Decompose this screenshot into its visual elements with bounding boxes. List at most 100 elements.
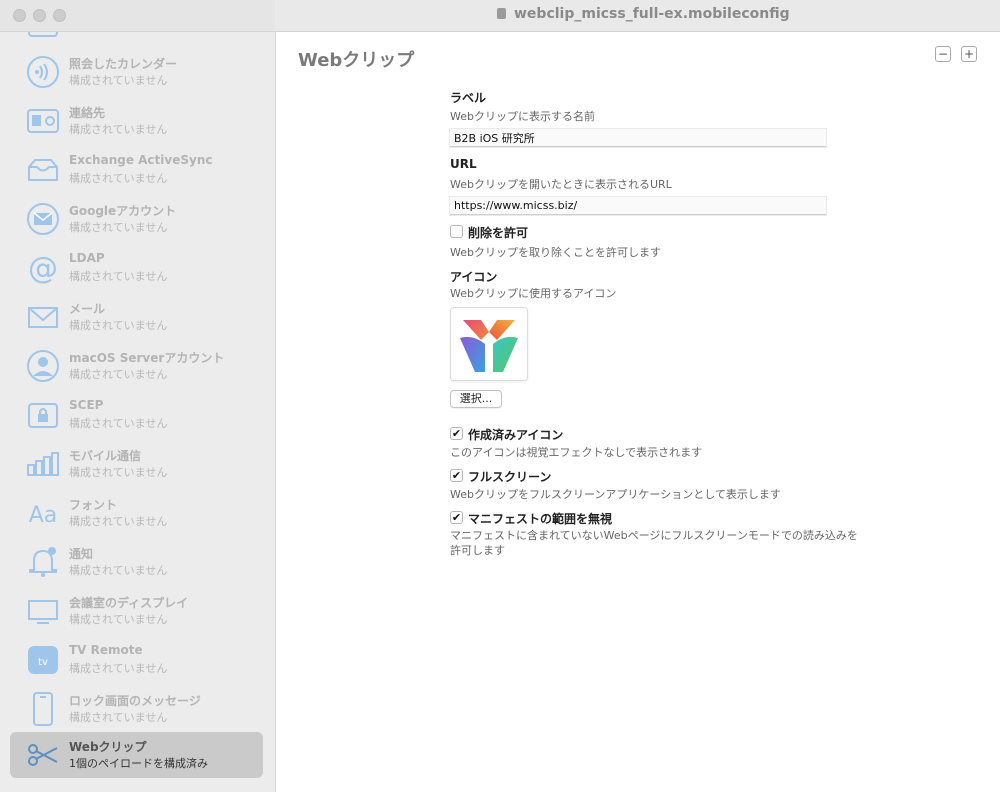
ignore-manifest-description: マニフェストに含まれていないWebページにフルスクリーンモードでの読み込みを許可… [450, 529, 858, 557]
sidebar-item-subtitle: 構成されていません [69, 172, 168, 185]
font-aa-icon: Aa [26, 496, 60, 530]
subscribed-calendar-icon [26, 55, 60, 89]
scissors-icon [26, 738, 60, 772]
cellular-bars-icon [26, 447, 60, 481]
user-account-icon [26, 349, 60, 383]
sidebar: 照会したカレンダー 構成されていません 連絡先 構成されていません Exchan… [0, 32, 276, 792]
sidebar-item-title: 通知 [69, 547, 94, 561]
web-clip-icon-well[interactable] [450, 307, 528, 381]
sidebar-item-title: メール [69, 302, 106, 316]
sidebar-item-subscribed-calendars[interactable]: 照会したカレンダー 構成されていません [10, 49, 263, 95]
svg-text:Aa: Aa [29, 503, 58, 528]
sidebar-item-subtitle: 構成されていません [69, 221, 168, 234]
url-input[interactable] [450, 197, 826, 215]
mail-envelope-icon [26, 300, 60, 334]
page-title: Webクリップ [298, 50, 415, 71]
checkmark-icon: ✔ [451, 511, 462, 524]
sidebar-item-title: ロック画面のメッセージ [69, 694, 201, 708]
sidebar-item-title: macOS Serverアカウント [69, 351, 225, 365]
sidebar-item-subtitle: 構成されていません [69, 466, 168, 479]
lock-certificate-icon [26, 398, 60, 432]
precomposed-description: このアイコンは視覚エフェクトなしで表示されます [450, 446, 703, 459]
sidebar-item-tv-remote[interactable]: tv TV Remote 構成されていません [10, 637, 263, 683]
icon-description: Webクリップに使用するアイコン [450, 287, 617, 300]
window-title: webclip_micss_full-ex.mobileconfig [497, 6, 790, 22]
main-pane: Webクリップ − + ラベル Webクリップに表示する名前 URL Webクリ… [276, 32, 1000, 792]
sidebar-item-subtitle: 構成されていません [69, 368, 168, 381]
sidebar-item-subtitle: 構成されていません [69, 515, 168, 528]
sidebar-item-exchange[interactable]: Exchange ActiveSync 構成されていません [10, 147, 263, 193]
remove-payload-button[interactable]: − [935, 46, 951, 62]
precomposed-label: 作成済みアイコン [468, 428, 564, 442]
svg-text:tv: tv [38, 657, 48, 668]
apple-tv-icon: tv [26, 643, 60, 677]
zoom-window-button[interactable] [53, 9, 66, 22]
window-title-text: webclip_micss_full-ex.mobileconfig [514, 6, 790, 22]
sidebar-item-title: フォント [69, 498, 118, 512]
sidebar-item-lock-screen-message[interactable]: ロック画面のメッセージ 構成されていません [10, 686, 263, 732]
notification-bell-icon [26, 545, 60, 579]
sidebar-item-contacts[interactable]: 連絡先 構成されていません [10, 98, 263, 144]
fullscreen-checkbox[interactable]: ✔ [450, 469, 463, 482]
sidebar-item-macos-server[interactable]: macOS Serverアカウント 構成されていません [10, 343, 263, 389]
sidebar-item-title: Webクリップ [69, 740, 147, 754]
sidebar-item-subtitle: 構成されていません [69, 319, 168, 332]
document-icon [497, 8, 506, 19]
sidebar-item-subtitle: 構成されていません [69, 123, 168, 136]
sidebar-item-title: Googleアカウント [69, 204, 177, 218]
calendar-icon [26, 32, 60, 40]
sidebar-item-title: 照会したカレンダー [69, 57, 178, 71]
sidebar-item-title: SCEP [69, 398, 104, 412]
sidebar-item-scep[interactable]: SCEP 構成されていません [10, 392, 263, 438]
sidebar-item-fonts[interactable]: Aa フォント 構成されていません [10, 490, 263, 536]
fullscreen-label: フルスクリーン [468, 470, 552, 484]
sidebar-item-subtitle: 構成されていません [69, 270, 168, 283]
iphone-icon [26, 692, 60, 726]
sidebar-item-conference-display[interactable]: 会議室のディスプレイ 構成されていません [10, 588, 263, 634]
precomposed-checkbox[interactable]: ✔ [450, 427, 463, 440]
google-mail-icon [26, 202, 60, 236]
sidebar-item-title: 会議室のディスプレイ [69, 596, 189, 610]
allow-removal-label: 削除を許可 [468, 226, 529, 240]
sidebar-item-calendar[interactable] [10, 32, 263, 46]
sidebar-item-title: モバイル通信 [69, 449, 142, 463]
minimize-window-button[interactable] [33, 9, 46, 22]
sidebar-item-ldap[interactable]: @ LDAP 構成されていません [10, 245, 263, 291]
icon-heading: アイコン [450, 270, 498, 284]
sidebar-item-subtitle: 構成されていません [69, 613, 168, 626]
label-heading: ラベル [450, 91, 487, 105]
ignore-manifest-label: マニフェストの範囲を無視 [468, 512, 613, 526]
sidebar-item-subtitle: 構成されていません [69, 711, 168, 724]
allow-removal-description: Webクリップを取り除くことを許可します [450, 246, 661, 259]
sidebar-item-google[interactable]: Googleアカウント 構成されていません [10, 196, 263, 242]
contacts-icon [26, 104, 60, 138]
sidebar-item-subtitle: 構成されていません [69, 564, 168, 577]
svg-text:@: @ [28, 251, 58, 285]
sidebar-item-subtitle: 1個のペイロードを構成済み [69, 757, 208, 770]
title-bar: webclip_micss_full-ex.mobileconfig [0, 0, 1000, 32]
sidebar-item-subtitle: 構成されていません [69, 417, 168, 430]
select-icon-button[interactable]: 選択... [450, 390, 502, 408]
close-window-button[interactable] [13, 9, 26, 22]
sidebar-item-web-clip[interactable]: Webクリップ 1個のペイロードを構成済み [10, 732, 263, 778]
checkmark-icon: ✔ [451, 469, 462, 482]
url-description: Webクリップを開いたときに表示されるURL [450, 178, 672, 191]
sidebar-item-cellular[interactable]: モバイル通信 構成されていません [10, 441, 263, 487]
checkmark-icon: ✔ [451, 427, 462, 440]
ignore-manifest-checkbox[interactable]: ✔ [450, 511, 463, 524]
add-payload-button[interactable]: + [961, 46, 977, 62]
sidebar-item-mail[interactable]: メール 構成されていません [10, 294, 263, 340]
at-sign-icon: @ [26, 251, 60, 285]
sidebar-item-title: LDAP [69, 251, 105, 265]
allow-removal-checkbox[interactable] [450, 225, 463, 238]
sidebar-item-subtitle: 構成されていません [69, 74, 168, 87]
url-heading: URL [450, 157, 477, 171]
sidebar-item-title: Exchange ActiveSync [69, 153, 213, 167]
fullscreen-description: Webクリップをフルスクリーンアプリケーションとして表示します [450, 488, 781, 501]
web-clip-logo-icon [460, 320, 518, 372]
label-description: Webクリップに表示する名前 [450, 110, 595, 123]
sidebar-item-notifications[interactable]: 通知 構成されていません [10, 539, 263, 585]
display-icon [26, 594, 60, 628]
exchange-tray-icon [26, 153, 60, 187]
label-input[interactable] [450, 129, 826, 147]
